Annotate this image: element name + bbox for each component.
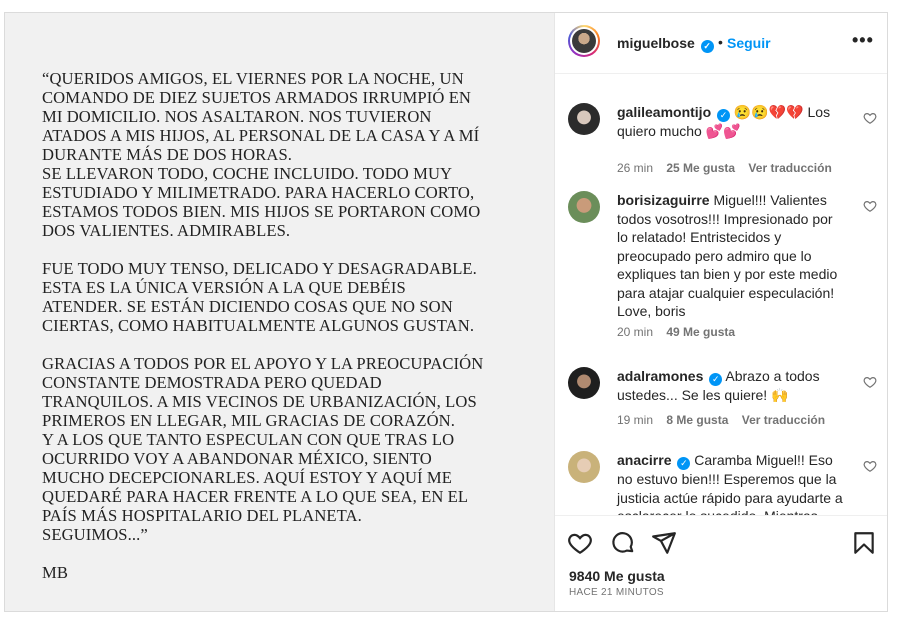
comment-body: adalramones ✓ Abrazo a todos ustedes... … [617, 367, 847, 405]
author-username[interactable]: miguelbose ✓ [617, 35, 714, 53]
verified-icon: ✓ [700, 40, 714, 53]
comment-username[interactable]: galileamontijo [617, 104, 711, 120]
post-image[interactable]: “QUERIDOS AMIGOS, EL VIERNES POR LA NOCH… [5, 13, 555, 611]
comment-body: anacirre ✓ Caramba Miguel!! Eso no estuv… [617, 451, 847, 515]
comment-username[interactable]: anacirre [617, 452, 671, 468]
like-comment-icon[interactable] [863, 199, 877, 213]
post-header: miguelbose ✓ • Seguir ••• [555, 13, 887, 74]
comment-username[interactable]: adalramones [617, 368, 703, 384]
post-image-text: “QUERIDOS AMIGOS, EL VIERNES POR LA NOCH… [42, 69, 542, 601]
post-timestamp: HACE 21 MINUTOS [569, 587, 664, 598]
comment-time: 26 min [617, 161, 654, 175]
post-like-count[interactable]: 9840 Me gusta [569, 568, 665, 584]
author-username-text[interactable]: miguelbose [617, 35, 695, 51]
commenter-avatar[interactable] [568, 367, 600, 399]
separator-dot: • [718, 34, 723, 50]
commenter-avatar[interactable] [568, 451, 600, 483]
follow-button[interactable]: Seguir [727, 35, 771, 51]
more-options-icon[interactable]: ••• [852, 30, 874, 51]
comment-time: 19 min [617, 413, 654, 427]
comment-bubble-icon[interactable] [610, 530, 636, 556]
author-avatar[interactable] [568, 25, 600, 57]
comment-meta: 26 min 25 Me gusta Ver traducción [617, 161, 842, 175]
see-translation-link[interactable]: Ver traducción [748, 161, 831, 175]
save-bookmark-icon[interactable] [851, 530, 877, 556]
like-comment-icon[interactable] [863, 375, 877, 389]
comment-text: Miguel!!! Valientes todos vosotros!!! Im… [617, 192, 838, 319]
post-paragraph-3: GRACIAS A TODOS POR EL APOYO Y LA PREOCU… [42, 354, 484, 544]
comment-body: galileamontijo ✓ 😢😢💔💔 Los quiero mucho 💕… [617, 103, 847, 141]
comment-username[interactable]: borisizaguirre [617, 192, 710, 208]
comment-meta: 19 min 8 Me gusta Ver traducción [617, 413, 835, 427]
like-comment-icon[interactable] [863, 459, 877, 473]
post-signature: MB [42, 563, 69, 582]
comment-body: borisizaguirre Miguel!!! Valientes todos… [617, 191, 847, 321]
verified-icon: ✓ [717, 109, 731, 122]
comment-meta: 20 min 49 Me gusta [617, 325, 745, 339]
comment-likes[interactable]: 25 Me gusta [666, 161, 735, 175]
commenter-avatar[interactable] [568, 191, 600, 223]
commenter-avatar[interactable] [568, 103, 600, 135]
comments-list[interactable]: galileamontijo ✓ 😢😢💔💔 Los quiero mucho 💕… [555, 85, 887, 515]
verified-icon: ✓ [709, 373, 723, 386]
comment-likes[interactable]: 49 Me gusta [666, 325, 735, 339]
post-actions: 9840 Me gusta HACE 21 MINUTOS [555, 515, 887, 612]
see-translation-link[interactable]: Ver traducción [742, 413, 825, 427]
post-paragraph-1: “QUERIDOS AMIGOS, EL VIERNES POR LA NOCH… [42, 69, 481, 240]
instagram-post-card: “QUERIDOS AMIGOS, EL VIERNES POR LA NOCH… [4, 12, 888, 612]
comment-likes[interactable]: 8 Me gusta [666, 413, 728, 427]
comment-time: 20 min [617, 325, 654, 339]
side-panel: miguelbose ✓ • Seguir ••• galileamontijo… [555, 13, 887, 611]
verified-icon: ✓ [677, 457, 691, 470]
like-heart-icon[interactable] [567, 530, 593, 556]
post-paragraph-2: FUE TODO MUY TENSO, DELICADO Y DESAGRADA… [42, 259, 477, 335]
share-send-icon[interactable] [651, 530, 677, 556]
like-comment-icon[interactable] [863, 111, 877, 125]
